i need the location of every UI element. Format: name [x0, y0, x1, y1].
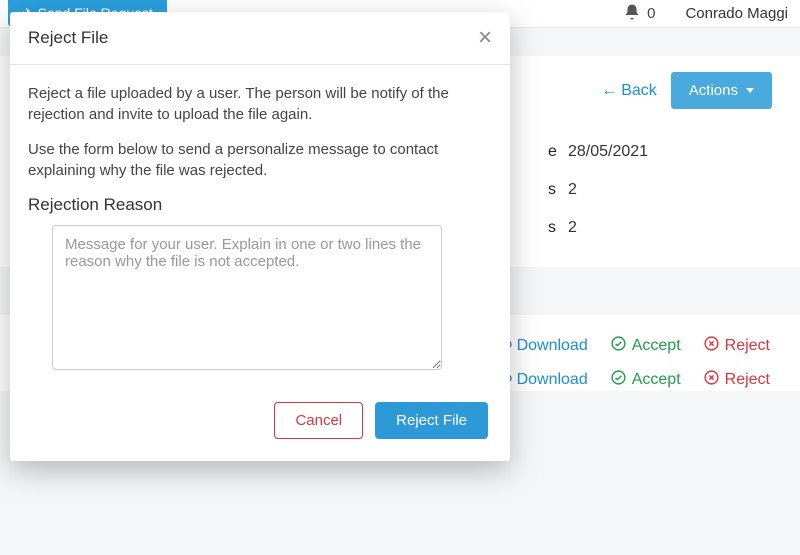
reject-link[interactable]: Reject [703, 335, 770, 357]
reject-link[interactable]: Reject [703, 369, 770, 391]
download-label: Download [517, 337, 588, 355]
back-label: Back [621, 82, 657, 100]
notifications[interactable]: 0 [623, 3, 655, 25]
modal-title: Reject File [28, 28, 108, 48]
detail-midlabel: e [548, 143, 568, 161]
check-circle-icon [610, 369, 627, 391]
modal-description-2: Use the form below to send a personalize… [28, 139, 490, 181]
download-label: Download [517, 371, 588, 389]
reject-label: Reject [725, 371, 770, 389]
arrow-left-icon: ← [601, 82, 617, 100]
notif-count: 0 [647, 5, 655, 22]
cancel-button[interactable]: Cancel [274, 402, 363, 439]
submit-label: Reject File [396, 412, 467, 429]
file-action-row: Download Accept Reject [495, 335, 770, 357]
detail-value-count: 2 [568, 181, 577, 199]
modal-description-1: Reject a file uploaded by a user. The pe… [28, 83, 490, 125]
x-circle-icon [703, 369, 720, 391]
close-icon: × [478, 24, 492, 51]
chevron-down-icon [746, 88, 754, 93]
back-link[interactable]: ← Back [601, 82, 657, 100]
reject-label: Reject [725, 337, 770, 355]
detail-midlabel: s [548, 181, 568, 199]
reject-file-modal: Reject File × Reject a file uploaded by … [10, 12, 510, 461]
accept-link[interactable]: Accept [610, 369, 681, 391]
modal-footer: Cancel Reject File [10, 382, 510, 461]
bell-icon [623, 3, 641, 25]
modal-header: Reject File × [10, 12, 510, 65]
user-name-label: Conrado Maggi [685, 5, 788, 22]
actions-label: Actions [689, 82, 738, 99]
reject-file-submit-button[interactable]: Reject File [375, 402, 488, 439]
cancel-label: Cancel [295, 412, 342, 429]
detail-value-count: 2 [568, 219, 577, 237]
check-circle-icon [610, 335, 627, 357]
user-menu[interactable]: Conrado Maggi [685, 5, 788, 22]
close-button[interactable]: × [478, 26, 492, 50]
actions-dropdown-button[interactable]: Actions [671, 72, 772, 109]
rejection-reason-label: Rejection Reason [28, 195, 490, 215]
detail-value-date: 28/05/2021 [568, 143, 648, 161]
file-action-row: Download Accept Reject [495, 369, 770, 391]
accept-link[interactable]: Accept [610, 335, 681, 357]
rejection-reason-textarea[interactable] [52, 225, 442, 370]
detail-midlabel: s [548, 219, 568, 237]
accept-label: Accept [632, 371, 681, 389]
accept-label: Accept [632, 337, 681, 355]
x-circle-icon [703, 335, 720, 357]
modal-body: Reject a file uploaded by a user. The pe… [10, 65, 510, 382]
